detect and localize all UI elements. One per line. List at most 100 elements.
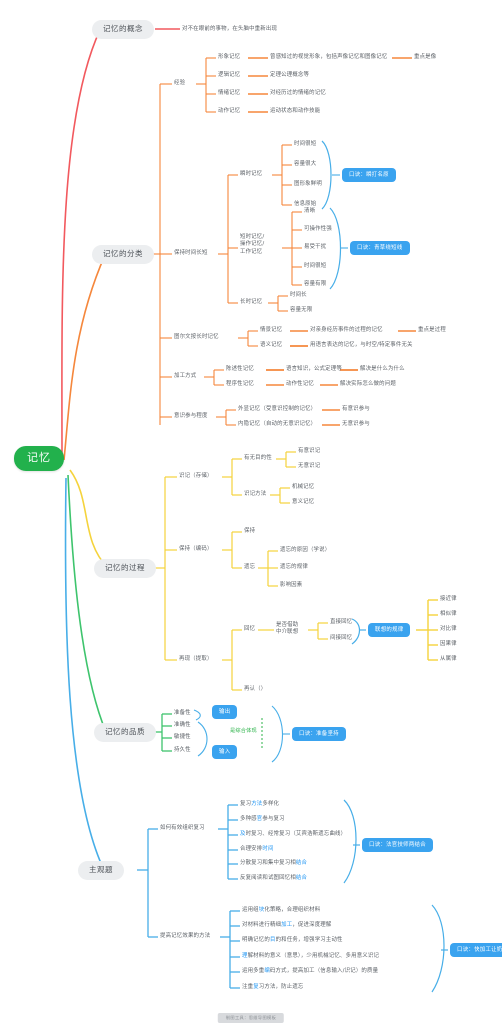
sensory-trait-2: 图形象鲜明	[294, 181, 322, 187]
detail2-procedural-memory: 解决实际怎么做的问题	[340, 381, 396, 387]
branch-concept-title[interactable]: 记忆的概念	[92, 20, 154, 39]
classify-group-tulving[interactable]: 图尔文按长时记忆	[174, 334, 219, 340]
badge-association-laws[interactable]: 联想的规律	[368, 623, 411, 638]
classify-group-duration[interactable]: 保持时间长短	[174, 250, 208, 256]
watermark: 制图工具：思维导图模板	[217, 1013, 285, 1023]
subgroup-purpose[interactable]: 有无目的性	[244, 455, 272, 461]
leaf-motor-memory[interactable]: 动作记忆	[218, 108, 240, 114]
sensory-trait-0: 时间很短	[294, 141, 317, 147]
sensory-trait-1: 容量很大	[294, 161, 317, 167]
review-item-0-pre: 复习	[240, 801, 252, 807]
branch-classify-title[interactable]: 记忆的分类	[92, 245, 154, 264]
improve-item-0-pre: 运用组	[242, 907, 259, 913]
detail-procedural-memory: 动作性记忆	[286, 381, 314, 387]
badge-mnemonic-review[interactable]: 口诀：法官技师两结合	[362, 838, 433, 853]
leaf-recognition[interactable]: 再认（）	[244, 686, 266, 692]
root-node[interactable]: 记忆	[14, 446, 64, 471]
leaf-image-memory[interactable]: 形象记忆	[218, 54, 240, 60]
short-trait-2: 易受干扰	[304, 244, 327, 250]
branch-process-title[interactable]: 记忆的过程	[94, 559, 156, 578]
review-item-3-hl: 时间	[262, 846, 274, 852]
badge-mnemonic-sensory[interactable]: 口诀：瞬打名原	[342, 168, 396, 183]
improve-item-3: 理解材料的意义（意思），少用机械记忆、多用意义识记	[242, 953, 379, 959]
leaf-rote-memory: 机械记忆	[292, 484, 315, 490]
process-group-retrieval[interactable]: 再现（提取）	[179, 656, 213, 662]
leaf-unintentional-memory: 无意识记	[298, 463, 321, 469]
short-trait-4: 容量有限	[304, 281, 327, 287]
sensory-trait-3: 信息原始	[294, 201, 317, 207]
improve-item-5-pre: 注重	[242, 984, 254, 990]
subjective-group-improve[interactable]: 提高记忆效果的方法	[160, 933, 210, 939]
leaf-semantic-memory[interactable]: 语义记忆	[260, 342, 282, 348]
leaf-meaningful-memory: 意义记忆	[292, 499, 315, 505]
leaf-forgetting-law: 遗忘的规律	[280, 564, 308, 570]
leaf-implicit-memory[interactable]: 内隐记忆（自动的无意识记忆）	[238, 421, 316, 427]
improve-item-1-post: ，促进深度理解	[292, 922, 332, 928]
branch-subjective-title[interactable]: 主观题	[78, 861, 124, 880]
process-group-retention[interactable]: 保持（编码）	[179, 546, 213, 552]
badge-mnemonic-quality[interactable]: 口诀：准备坚持	[292, 727, 346, 742]
review-item-4: 分散复习和集中复习相结合	[240, 860, 307, 866]
leaf-recall[interactable]: 回忆	[244, 626, 255, 632]
quality-accuracy: 准确性	[174, 722, 191, 728]
box-input[interactable]: 输入	[212, 745, 238, 760]
improve-item-0-post: 化策略，合理组织材料	[264, 907, 321, 913]
subgroup-sensory-memory[interactable]: 瞬时记忆	[240, 171, 262, 177]
improve-item-3-post: 解材料的意义（意思），少用机械记忆、多用意义识记	[247, 953, 380, 959]
subgroup-method[interactable]: 识记方法	[244, 491, 266, 497]
leaf-forgetting-cause: 遗忘的原因（学说）	[280, 547, 331, 553]
improve-item-4: 运用多重编码方式，提高加工（信息输入/识记）的质量	[242, 968, 378, 974]
leaf-explicit-memory[interactable]: 外显记忆（受意识控制的记忆）	[238, 406, 316, 412]
subgroup-short-term-memory[interactable]: 短时记忆/ 操作记忆/ 工作记忆	[240, 234, 264, 256]
detail-declarative-memory: 语言知识，公式定理等	[286, 366, 342, 372]
box-output[interactable]: 输出	[212, 705, 238, 720]
badge-mnemonic-improve[interactable]: 口诀：快加工让奶和编辑	[450, 943, 502, 958]
review-item-0-hl: 方法	[251, 801, 263, 807]
subjective-group-review[interactable]: 如何有效组织复习	[160, 825, 205, 831]
review-item-1: 多种感官参与复习	[240, 816, 285, 822]
law-subordination: 从属律	[440, 656, 457, 662]
law-proximity: 接近律	[440, 596, 457, 602]
improve-item-5-post: 习方法，防止遗忘	[258, 984, 304, 990]
review-item-3: 合理安排时间	[240, 846, 274, 852]
leaf-logic-memory[interactable]: 逻辑记忆	[218, 72, 240, 78]
improve-item-4-pre: 运用多重	[242, 968, 265, 974]
branch-quality-title[interactable]: 记忆的品质	[94, 723, 156, 742]
detail2-image-memory: 重点是像	[414, 54, 437, 60]
review-item-3-pre: 合理安排	[240, 846, 263, 852]
review-item-5-hl: 结合	[295, 875, 308, 881]
review-item-5: 反复阅读和试图回忆相结合	[240, 875, 307, 881]
badge-mnemonic-short[interactable]: 口诀：青草绕短线	[350, 241, 410, 256]
leaf-declarative-memory[interactable]: 陈述性记忆	[226, 366, 254, 372]
classify-group-consciousness[interactable]: 意识参与程度	[174, 413, 208, 419]
detail-image-memory: 曾感知过的视觉形象，包括声像记忆和图像记忆	[270, 54, 388, 60]
quality-durability: 持久性	[174, 747, 191, 753]
detail-emotion-memory: 对经历过的情绪的记忆	[270, 90, 326, 96]
improve-item-0: 运用组块化策略，合理组织材料	[242, 907, 320, 913]
leaf-direct-recall: 直接回忆	[330, 619, 353, 625]
law-causality: 因果律	[440, 641, 457, 647]
classify-group-processing[interactable]: 加工方式	[174, 373, 196, 379]
review-item-5-pre: 反复阅读和试图回忆相	[240, 875, 296, 881]
process-group-encoding[interactable]: 识记（存储）	[179, 473, 213, 479]
review-item-0: 复习方法多样化	[240, 801, 279, 807]
improve-item-1-pre: 对材料进行精细	[242, 922, 282, 928]
improve-item-2-pre: 明确记忆的	[242, 937, 270, 943]
long-trait-1: 容量无限	[290, 307, 313, 313]
leaf-procedural-memory[interactable]: 程序性记忆	[226, 381, 254, 387]
subgroup-retention[interactable]: 保持	[244, 528, 255, 534]
improve-item-1-hl: 加工	[281, 922, 293, 928]
leaf-episodic-memory[interactable]: 情景记忆	[260, 327, 282, 333]
leaf-emotion-memory[interactable]: 情绪记忆	[218, 90, 240, 96]
detail-semantic-memory: 用语言表达的记忆，与时空/特定事件无关	[310, 342, 413, 348]
detail2-episodic-memory: 重点是过程	[418, 327, 446, 333]
review-item-4-hl: 结合	[295, 860, 308, 866]
subgroup-long-term-memory[interactable]: 长时记忆	[240, 299, 262, 305]
recall-criterion: 是否借助 中介联想	[276, 622, 299, 636]
review-item-1-pre: 多种感	[240, 816, 257, 822]
short-trait-3: 时间很短	[304, 263, 327, 269]
classify-group-experience[interactable]: 经验	[174, 80, 185, 86]
subgroup-forgetting[interactable]: 遗忘	[244, 564, 255, 570]
long-trait-0: 时间长	[290, 292, 307, 298]
connector-lines	[61, 28, 448, 993]
